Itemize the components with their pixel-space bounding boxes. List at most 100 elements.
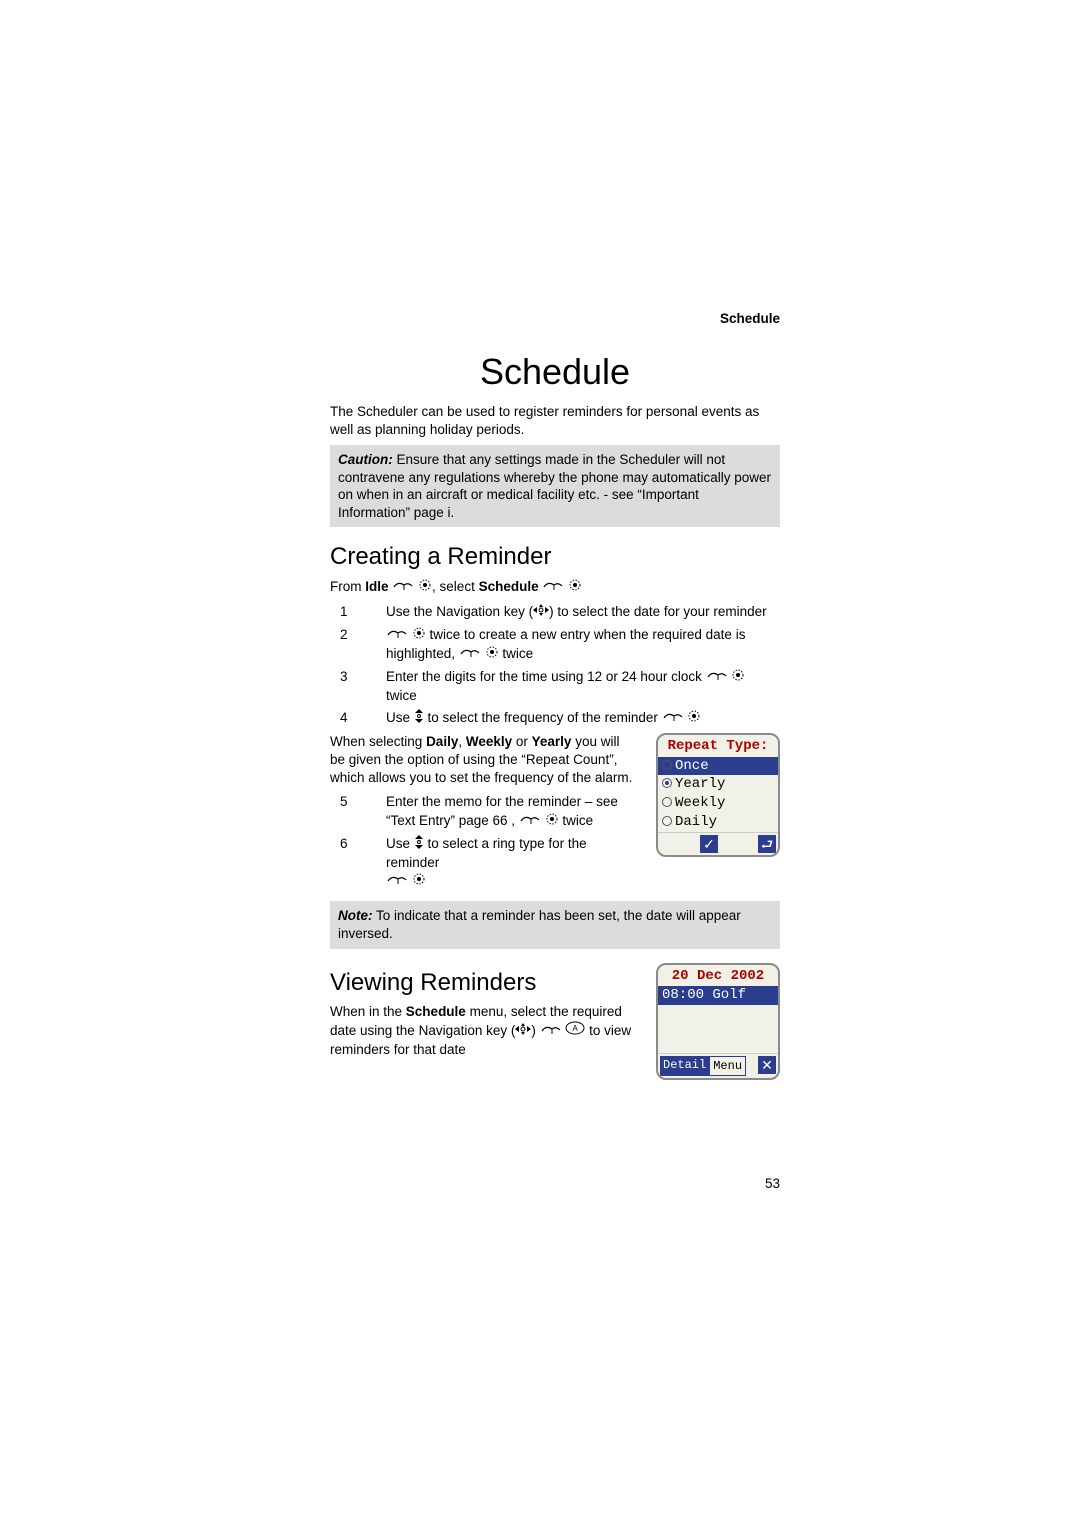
radio-filled-icon xyxy=(662,778,672,788)
phone-softkeys: ✓ ⮐ xyxy=(658,832,778,855)
step-text-part: twice xyxy=(499,646,534,661)
hand-icon xyxy=(519,812,541,831)
from-idle: Idle xyxy=(365,579,388,594)
step-text-part: twice to create a new entry when the req… xyxy=(386,627,745,661)
select-icon xyxy=(418,578,432,597)
step-text: Enter the memo for the reminder – see “T… xyxy=(386,793,636,830)
hand-icon xyxy=(386,872,408,891)
up-down-icon xyxy=(414,835,424,854)
hand-icon xyxy=(386,626,408,645)
freq-comma: , xyxy=(458,734,466,749)
heading-viewing: Viewing Reminders xyxy=(330,967,636,999)
from-prefix: From xyxy=(330,579,365,594)
freq-or: or xyxy=(512,734,532,749)
step-row: 1 Use the Navigation key ( ) to select t… xyxy=(330,603,780,622)
step-text-part: Enter the digits for the time using 12 o… xyxy=(386,669,706,684)
hand-icon xyxy=(662,709,684,728)
softkey-close-icon: ✕ xyxy=(758,1056,776,1074)
step-number: 5 xyxy=(330,793,362,830)
freq-weekly: Weekly xyxy=(466,734,512,749)
page-number: 53 xyxy=(765,1175,780,1193)
day-screen-col: 20 Dec 2002 08:00 Golf Detail Menu ✕ xyxy=(656,963,780,1081)
note-box: Note: To indicate that a reminder has be… xyxy=(330,901,780,948)
phone-option-weekly: Weekly xyxy=(658,794,778,813)
softkey-ok-icon: ✓ xyxy=(700,835,718,853)
phone-screenshot-repeat: Repeat Type: Once Yearly Weekly Daily ✓ … xyxy=(656,733,780,857)
step-text: twice to create a new entry when the req… xyxy=(386,626,780,664)
from-schedule: Schedule xyxy=(479,579,539,594)
steps-block-1: 1 Use the Navigation key ( ) to select t… xyxy=(330,603,780,729)
phone-option-daily: Daily xyxy=(658,813,778,832)
caution-box: Caution: Ensure that any settings made i… xyxy=(330,445,780,527)
softkey-detail: Detail xyxy=(660,1056,709,1076)
hand-icon xyxy=(540,1022,562,1041)
viewing-schedule: Schedule xyxy=(406,1004,466,1019)
step-text: Enter the digits for the time using 12 o… xyxy=(386,668,780,705)
up-down-icon xyxy=(414,709,424,728)
select-icon xyxy=(568,578,582,597)
hand-icon xyxy=(542,578,564,597)
step-number: 2 xyxy=(330,626,362,664)
freq-pre: When selecting xyxy=(330,734,426,749)
step-row: 5 Enter the memo for the reminder – see … xyxy=(330,793,636,830)
phone-day-body xyxy=(658,1005,778,1053)
phone-option-label: Weekly xyxy=(675,795,725,811)
steps-block-2: 5 Enter the memo for the reminder – see … xyxy=(330,793,636,891)
step-row: 4 Use to select the frequency of the rem… xyxy=(330,709,780,728)
step-row: 6 Use to select a ring type for the remi… xyxy=(330,835,636,892)
freq-daily: Daily xyxy=(426,734,458,749)
step-row: 2 twice to create a new entry when the r… xyxy=(330,626,780,664)
radio-icon xyxy=(662,797,672,807)
viewing-and-screen: Viewing Reminders When in the Schedule m… xyxy=(330,963,780,1081)
nav-key-icon xyxy=(515,1022,531,1040)
select-icon xyxy=(687,709,701,728)
step-text-part: to select the frequency of the reminder xyxy=(424,711,662,726)
hand-icon xyxy=(392,578,414,597)
select-icon xyxy=(412,626,426,645)
phone-option-label: Daily xyxy=(675,814,717,830)
phone-option-once: Once xyxy=(658,757,778,776)
viewing-paragraph: When in the Schedule menu, select the re… xyxy=(330,1003,636,1059)
step-text: Use to select a ring type for the remind… xyxy=(386,835,636,892)
phone-day-title: 20 Dec 2002 xyxy=(658,965,778,987)
select-icon xyxy=(412,872,426,891)
page-title: Schedule xyxy=(330,348,780,397)
page-sheet: Schedule Schedule The Scheduler can be u… xyxy=(0,0,1080,1528)
step-text-part: Use the Navigation key ( xyxy=(386,604,533,619)
freq-col: When selecting Daily, Weekly or Yearly y… xyxy=(330,733,636,896)
step-text-part: Use xyxy=(386,836,414,851)
phone-option-label: Once xyxy=(675,758,709,774)
repeat-screen-col: Repeat Type: Once Yearly Weekly Daily ✓ … xyxy=(656,733,780,857)
select-icon xyxy=(545,812,559,831)
step-number: 3 xyxy=(330,668,362,705)
freq-yearly: Yearly xyxy=(532,734,572,749)
viewing-col: Viewing Reminders When in the Schedule m… xyxy=(330,963,636,1066)
select-icon xyxy=(485,645,499,664)
freq-and-screen: When selecting Daily, Weekly or Yearly y… xyxy=(330,733,780,896)
nav-key-icon xyxy=(533,603,549,621)
note-label: Note: xyxy=(338,908,373,923)
radio-icon xyxy=(662,760,672,770)
step-text: Use the Navigation key ( ) to select the… xyxy=(386,603,780,622)
phone-option-label: Yearly xyxy=(675,776,725,792)
step-number: 6 xyxy=(330,835,362,892)
svg-text:A: A xyxy=(573,1024,579,1033)
step-text-part: twice xyxy=(386,688,417,703)
caution-text: Ensure that any settings made in the Sch… xyxy=(338,452,771,520)
softkey-menu: Menu xyxy=(709,1056,746,1076)
running-header: Schedule xyxy=(330,310,780,328)
step-text-part: twice xyxy=(559,813,594,828)
softkey-a-icon: A xyxy=(565,1023,589,1038)
select-icon xyxy=(731,668,745,687)
phone-screenshot-day: 20 Dec 2002 08:00 Golf Detail Menu ✕ xyxy=(656,963,780,1081)
phone-day-softkeys: Detail Menu ✕ xyxy=(658,1053,778,1078)
phone-option-yearly: Yearly xyxy=(658,775,778,794)
radio-icon xyxy=(662,816,672,826)
softkey-back-icon: ⮐ xyxy=(758,835,776,853)
viewing-post: ) xyxy=(531,1023,539,1038)
phone-day-entry: 08:00 Golf xyxy=(658,986,778,1005)
step-number: 1 xyxy=(330,603,362,622)
step-number: 4 xyxy=(330,709,362,728)
heading-creating: Creating a Reminder xyxy=(330,541,780,573)
step-row: 3 Enter the digits for the time using 12… xyxy=(330,668,780,705)
